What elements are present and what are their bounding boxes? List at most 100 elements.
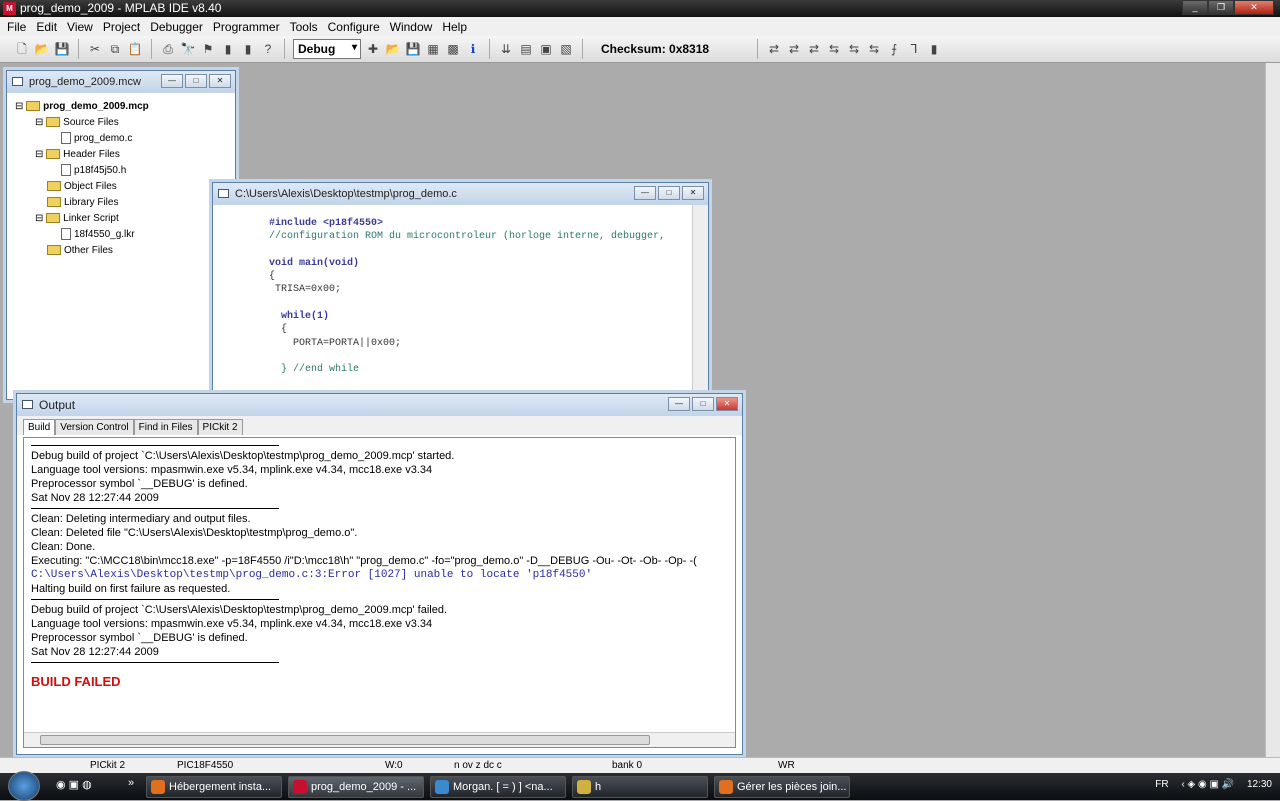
menu-debugger[interactable]: Debugger <box>145 17 208 36</box>
tab-find-in-files[interactable]: Find in Files <box>133 419 198 435</box>
make-icon[interactable]: ▩ <box>445 41 461 57</box>
tree-object-files[interactable]: Object Files <box>15 179 227 195</box>
folder-icon <box>46 213 61 224</box>
info-icon[interactable]: ℹ <box>465 41 481 57</box>
task-messenger[interactable]: Morgan. [ = ) ] <na... <box>430 776 566 798</box>
menu-configure[interactable]: Configure <box>323 17 385 36</box>
task-folder-h[interactable]: h <box>572 776 708 798</box>
minimize-button[interactable]: — <box>161 74 183 88</box>
output-horizontal-scrollbar[interactable] <box>24 732 735 747</box>
tray-icons[interactable]: ‹ ◈ ◉ ▣ 🔊 <box>1181 779 1234 790</box>
menu-window[interactable]: Window <box>385 17 438 36</box>
new-file-icon[interactable]: 🗋 <box>14 41 30 57</box>
maximize-button[interactable]: □ <box>658 186 680 200</box>
workspace-title: prog_demo_2009.mcw <box>29 76 141 88</box>
save-icon[interactable]: 💾 <box>54 41 70 57</box>
cut-icon[interactable]: ✂ <box>87 41 103 57</box>
open-project-icon[interactable]: 📂 <box>385 41 401 57</box>
project-name: prog_demo_2009.mcp <box>43 101 149 112</box>
close-button[interactable]: ✕ <box>209 74 231 88</box>
menu-tools[interactable]: Tools <box>285 17 323 36</box>
editor-title-bar[interactable]: C:\Users\Alexis\Desktop\testmp\prog_demo… <box>213 183 708 205</box>
label: p18f45j50.h <box>74 165 127 176</box>
minimize-button[interactable]: _ <box>1182 0 1208 15</box>
clock[interactable]: 12:30 <box>1247 779 1272 790</box>
tree-project[interactable]: ⊟ prog_demo_2009.mcp <box>15 99 227 115</box>
build-output[interactable]: Debug build of project `C:\Users\Alexis\… <box>23 437 736 748</box>
code-editor[interactable]: #include <p18f4550> //configuration ROM d… <box>213 205 692 396</box>
pickit-verify-icon[interactable]: ⇄ <box>806 41 822 57</box>
status-w-register: W:0 <box>385 760 403 771</box>
pickit-blank-icon[interactable]: ⇆ <box>846 41 862 57</box>
calendar-icon[interactable]: ▤ <box>518 41 534 57</box>
menu-project[interactable]: Project <box>98 17 145 36</box>
tree-header-files[interactable]: ⊟ Header Files <box>15 147 227 163</box>
tab-version-control[interactable]: Version Control <box>55 419 134 435</box>
tree-file-header[interactable]: p18f45j50.h <box>15 163 227 179</box>
save-project-icon[interactable]: 💾 <box>405 41 421 57</box>
tab-build[interactable]: Build <box>23 419 56 435</box>
bookmark-next-icon[interactable]: ▮ <box>220 41 236 57</box>
minimize-button[interactable]: — <box>634 186 656 200</box>
minimize-button[interactable]: — <box>668 397 690 411</box>
tree-linker-script[interactable]: ⊟ Linker Script <box>15 211 227 227</box>
label: Other Files <box>64 245 113 256</box>
menu-file[interactable]: File <box>2 17 31 36</box>
print-icon[interactable]: ⎙ <box>160 41 176 57</box>
close-button[interactable]: ✕ <box>1234 0 1274 15</box>
menu-help[interactable]: Help <box>437 17 472 36</box>
reset-high-icon[interactable]: ⨍ <box>886 41 902 57</box>
task-mplab[interactable]: prog_demo_2009 - ... <box>288 776 424 798</box>
open-folder-icon[interactable]: 📂 <box>34 41 50 57</box>
tree-library-files[interactable]: Library Files <box>15 195 227 211</box>
pickit-program-icon[interactable]: ⇄ <box>786 41 802 57</box>
new-project-icon[interactable]: ✚ <box>365 41 381 57</box>
task-firefox-hebergement[interactable]: Hébergement insta... <box>146 776 282 798</box>
close-button[interactable]: ✕ <box>716 397 738 411</box>
build-result: BUILD FAILED <box>31 674 121 689</box>
tree-other-files[interactable]: Other Files <box>15 243 227 259</box>
task-label: Gérer les pièces join... <box>737 781 847 793</box>
pickit-release-icon[interactable]: ⇆ <box>866 41 882 57</box>
bookmark-prev-icon[interactable]: ▮ <box>240 41 256 57</box>
window-icon[interactable]: ▣ <box>538 41 554 57</box>
maximize-button[interactable]: □ <box>185 74 207 88</box>
menu-view[interactable]: View <box>62 17 98 36</box>
quick-launch-icons[interactable]: ◉ ▣ ◍ <box>56 778 92 791</box>
pickit-erase-icon[interactable]: ⇆ <box>826 41 842 57</box>
folder-icon <box>47 197 61 208</box>
maximize-button[interactable]: ❐ <box>1208 0 1234 15</box>
pickit-icon[interactable]: ▮ <box>926 41 942 57</box>
maximize-button[interactable]: □ <box>692 397 714 411</box>
close-button[interactable]: ✕ <box>682 186 704 200</box>
editor-vertical-scrollbar[interactable] <box>692 205 708 396</box>
build-icon[interactable]: ▦ <box>425 41 441 57</box>
error-line[interactable]: C:\Users\Alexis\Desktop\testmp\prog_demo… <box>31 568 735 582</box>
output-line: Preprocessor symbol `__DEBUG' is defined… <box>31 478 248 490</box>
bookmark-icon[interactable]: ⚑ <box>200 41 216 57</box>
menu-programmer[interactable]: Programmer <box>208 17 285 36</box>
reset-low-icon[interactable]: ⅂ <box>906 41 922 57</box>
start-button[interactable] <box>8 771 40 801</box>
language-indicator[interactable]: FR <box>1155 779 1168 790</box>
page-icon[interactable]: ▧ <box>558 41 574 57</box>
program-icon[interactable]: ⇊ <box>498 41 514 57</box>
tree-file-prog-demo-c[interactable]: prog_demo.c <box>15 131 227 147</box>
paste-icon[interactable]: 📋 <box>127 41 143 57</box>
build-config-select[interactable]: Debug <box>293 39 361 59</box>
quick-launch-chevron[interactable]: » <box>128 777 134 789</box>
mdi-vertical-scrollbar[interactable] <box>1265 63 1280 757</box>
tree-source-files[interactable]: ⊟ Source Files <box>15 115 227 131</box>
scrollbar-thumb[interactable] <box>40 735 650 745</box>
help-icon[interactable]: ? <box>260 41 276 57</box>
copy-icon[interactable]: ⧉ <box>107 41 123 57</box>
tab-pickit-2[interactable]: PICkit 2 <box>197 419 243 435</box>
output-title-bar[interactable]: Output — □ ✕ <box>17 394 742 416</box>
pickit-read-icon[interactable]: ⇄ <box>766 41 782 57</box>
find-icon[interactable]: 🔭 <box>180 41 196 57</box>
tree-file-linker[interactable]: 18f4550_g.lkr <box>15 227 227 243</box>
task-firefox-pieces[interactable]: Gérer les pièces join... <box>714 776 850 798</box>
menu-edit[interactable]: Edit <box>31 17 62 36</box>
workspace-title-bar[interactable]: prog_demo_2009.mcw — □ ✕ <box>7 71 235 93</box>
